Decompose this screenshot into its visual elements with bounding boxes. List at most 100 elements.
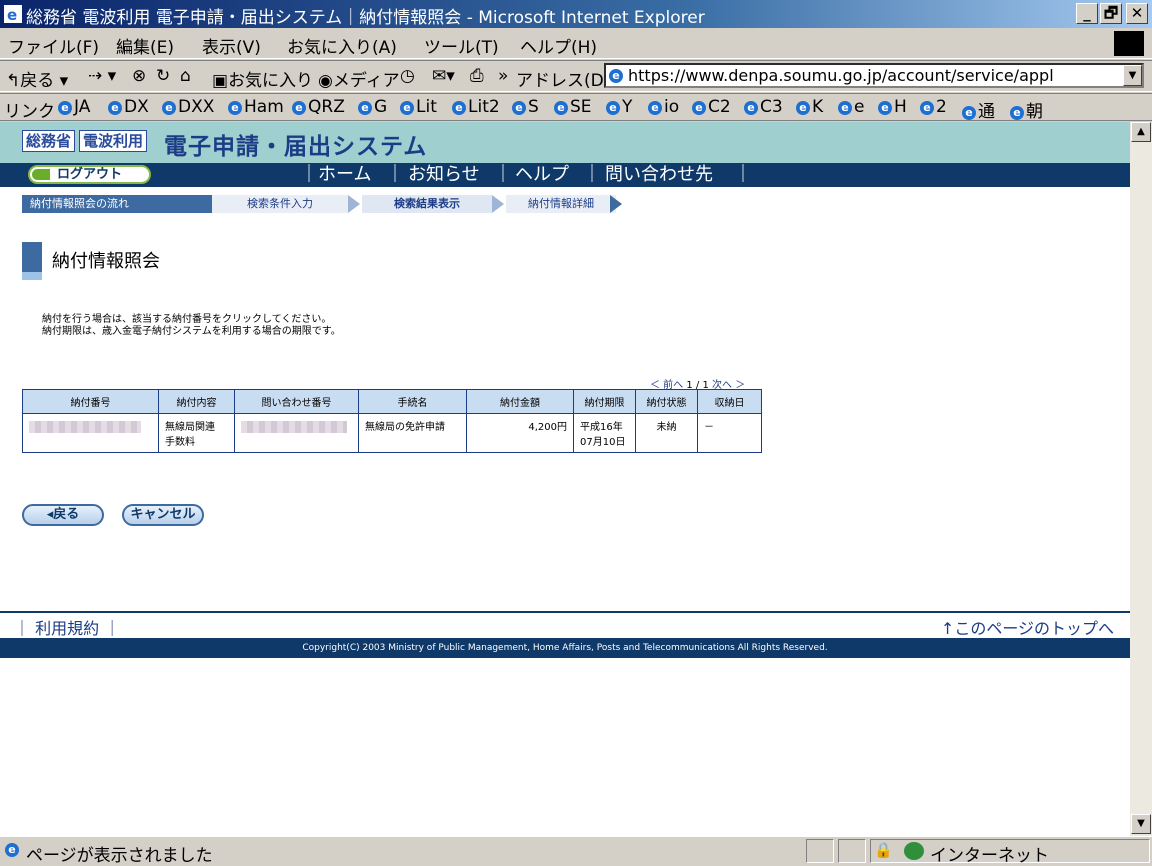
- back-arrow-icon: ↰: [6, 71, 21, 91]
- address-bar[interactable]: e https://www.denpa.soumu.go.jp/account/…: [604, 63, 1144, 88]
- link-item[interactable]: e DX: [108, 97, 149, 117]
- link-item[interactable]: e JA: [58, 97, 90, 117]
- link-item[interactable]: e C3: [744, 97, 783, 117]
- link-item[interactable]: ee: [838, 97, 864, 117]
- link-item[interactable]: e DXX: [162, 97, 214, 117]
- ministry-logo: 総務省 電波利用: [22, 130, 151, 152]
- link-item[interactable]: eS: [512, 97, 539, 117]
- link-page-icon: e: [228, 101, 242, 115]
- received-date-cell: －: [697, 413, 762, 453]
- flow-label: 納付情報照会の流れ: [22, 195, 212, 213]
- link-item[interactable]: eY: [606, 97, 632, 117]
- system-name: 電子申請・届出システム: [164, 134, 428, 160]
- nav-contact[interactable]: 問い合わせ先: [605, 163, 713, 187]
- home-icon[interactable]: ⌂: [180, 66, 191, 86]
- link-page-icon: e: [648, 101, 662, 115]
- window-title: 総務省 電波利用 電子申請・届出システム｜納付情報照会 - Microsoft …: [26, 8, 705, 28]
- menu-view[interactable]: 表示(V): [202, 33, 261, 58]
- page-icon: e: [609, 69, 623, 83]
- link-item[interactable]: e C2: [692, 97, 731, 117]
- process-flow: 納付情報照会の流れ 検索条件入力 検索結果表示 納付情報詳細: [22, 195, 622, 213]
- link-item[interactable]: e Ham: [228, 97, 284, 117]
- link-item[interactable]: e QRZ: [292, 97, 345, 117]
- payment-number-cell[interactable]: [22, 413, 159, 453]
- table-header-row: 納付番号 納付内容 問い合わせ番号 手続名 納付金額 納付期限 納付状態 収納日: [22, 389, 762, 414]
- link-page-icon: e: [1010, 106, 1024, 120]
- link-page-icon: e: [452, 101, 466, 115]
- zone-label: インターネット: [930, 846, 1049, 866]
- column-header: 手続名: [358, 389, 467, 414]
- footer-divider: [0, 611, 1130, 613]
- link-item[interactable]: e朝: [1010, 97, 1043, 122]
- link-item[interactable]: eK: [796, 97, 823, 117]
- due-date-cell: 平成16年 07月10日: [573, 413, 636, 453]
- page-title: 納付情報照会: [52, 251, 160, 272]
- media-toolbar-button[interactable]: ◉メディア: [318, 66, 400, 91]
- status-cell: 未納: [635, 413, 698, 453]
- print-icon[interactable]: ⎙: [470, 66, 484, 86]
- close-button[interactable]: ✕: [1126, 3, 1148, 24]
- status-bar: e ページが表示されました 🔒 インターネット: [0, 836, 1152, 866]
- nav-news[interactable]: お知らせ: [408, 163, 480, 187]
- status-message: ページが表示されました: [26, 846, 213, 866]
- inquiry-number-cell: [234, 413, 359, 453]
- instruction-text-2: 納付期限は、歳入金電子納付システムを利用する場合の期限です。: [42, 326, 341, 337]
- link-item[interactable]: e Lit2: [452, 97, 500, 117]
- stop-icon[interactable]: ⊗: [132, 66, 146, 86]
- vertical-scrollbar[interactable]: ▲ ▼: [1130, 122, 1152, 836]
- nav-separator: ｜: [300, 164, 318, 185]
- minimize-button[interactable]: _: [1076, 3, 1098, 24]
- amount-cell: 4,200円: [466, 413, 574, 453]
- links-label: リンク: [4, 102, 55, 122]
- link-item[interactable]: e io: [648, 97, 679, 117]
- column-header: 納付内容: [158, 389, 235, 414]
- back-button[interactable]: ◂戻る: [22, 504, 104, 526]
- favorites-toolbar-button[interactable]: ▣お気に入り: [212, 66, 313, 91]
- title-bar: e 総務省 電波利用 電子申請・届出システム｜納付情報照会 - Microsof…: [0, 0, 1152, 28]
- heading-bar-accent: [22, 272, 42, 280]
- page-loaded-icon: e: [5, 843, 19, 857]
- back-toolbar-button[interactable]: ↰戻る ▾: [6, 66, 68, 91]
- ie-icon: e: [4, 5, 22, 23]
- menu-favorites[interactable]: お気に入り(A): [287, 33, 397, 58]
- link-item[interactable]: e SE: [554, 97, 592, 117]
- logout-button[interactable]: ログアウト: [28, 165, 151, 184]
- browser-window: e 総務省 電波利用 電子申請・届出システム｜納付情報照会 - Microsof…: [0, 0, 1152, 866]
- menu-edit[interactable]: 編集(E): [116, 33, 174, 58]
- link-page-icon: e: [292, 101, 306, 115]
- link-item[interactable]: e通: [962, 97, 995, 122]
- cancel-button[interactable]: キャンセル: [122, 504, 204, 526]
- redacted-payment-number[interactable]: [29, 421, 141, 433]
- forward-toolbar-button[interactable]: ⇢ ▾: [88, 66, 116, 86]
- address-input[interactable]: https://www.denpa.soumu.go.jp/account/se…: [628, 66, 1054, 85]
- refresh-icon[interactable]: ↻: [156, 66, 170, 86]
- page-top-link[interactable]: ↑このページのトップへ: [941, 615, 1114, 639]
- nav-help[interactable]: ヘルプ: [515, 163, 569, 187]
- flow-arrow-icon: [492, 195, 504, 213]
- procedure-cell: 無線局の免許申請: [358, 413, 467, 453]
- menu-help[interactable]: ヘルプ(H): [520, 33, 597, 58]
- flow-step-input: 検索条件入力: [212, 195, 348, 213]
- terms-link[interactable]: ｜ 利用規約 ｜: [14, 615, 120, 639]
- link-item[interactable]: eH: [878, 97, 907, 117]
- scroll-up-icon[interactable]: ▲: [1131, 122, 1151, 142]
- status-panel: [806, 839, 834, 863]
- link-page-icon: e: [58, 101, 72, 115]
- maximize-button[interactable]: 🗗: [1100, 3, 1122, 24]
- nav-separator: ｜: [386, 164, 404, 185]
- link-page-icon: e: [512, 101, 526, 115]
- links-bar: リンク e JA e DX e DXX e Ham e QRZ eG e Lit e Lit2…: [0, 93, 1152, 122]
- menu-file[interactable]: ファイル(F): [8, 33, 99, 58]
- toolbar-overflow-icon[interactable]: »: [498, 66, 508, 86]
- menu-bar: ファイル(F) 編集(E) 表示(V) お気に入り(A) ツール(T) ヘルプ(…: [0, 28, 1152, 59]
- link-item[interactable]: e2: [920, 97, 947, 117]
- nav-home[interactable]: ホーム: [318, 163, 371, 187]
- link-page-icon: e: [606, 101, 620, 115]
- mail-icon[interactable]: ✉▾: [432, 66, 455, 86]
- link-item[interactable]: e Lit: [400, 97, 437, 117]
- scroll-down-icon[interactable]: ▼: [1131, 814, 1151, 834]
- history-icon[interactable]: ◷: [400, 66, 415, 86]
- menu-tools[interactable]: ツール(T): [424, 33, 499, 58]
- address-dropdown-icon[interactable]: ▼: [1123, 65, 1142, 86]
- link-item[interactable]: eG: [358, 97, 387, 117]
